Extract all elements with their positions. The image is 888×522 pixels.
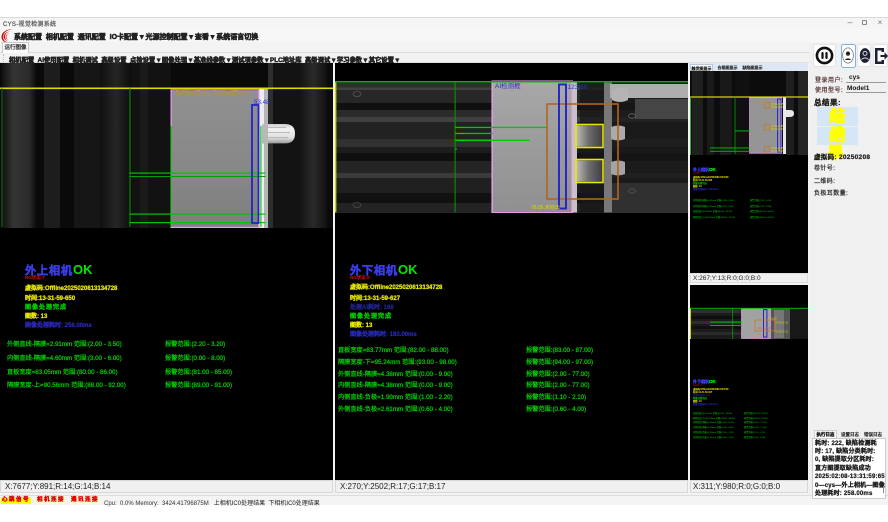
svg-text:53.48,0.27: 53.48,0.27 <box>771 105 784 109</box>
svg-text:53.48,0.27: 53.48,0.27 <box>771 127 784 131</box>
svg-text:53.48,0.27: 53.48,0.27 <box>771 149 784 153</box>
svg-text:123.80: 123.80 <box>568 84 588 91</box>
svg-text:曝光阈值:93, 动态阈值:100: 曝光阈值:93, 动态阈值:100 <box>176 90 250 98</box>
svg-text:AI检测框: AI检测框 <box>495 81 521 90</box>
svg-text:53.48: 53.48 <box>254 99 270 106</box>
svg-text:76.05,未检出: 76.05,未检出 <box>531 204 560 211</box>
svg-text:62.01,0.27: 62.01,0.27 <box>758 326 772 330</box>
svg-text:79.25,0.31: 79.25,0.31 <box>775 330 789 334</box>
svg-text:79.25,0.31: 79.25,0.31 <box>775 321 789 325</box>
